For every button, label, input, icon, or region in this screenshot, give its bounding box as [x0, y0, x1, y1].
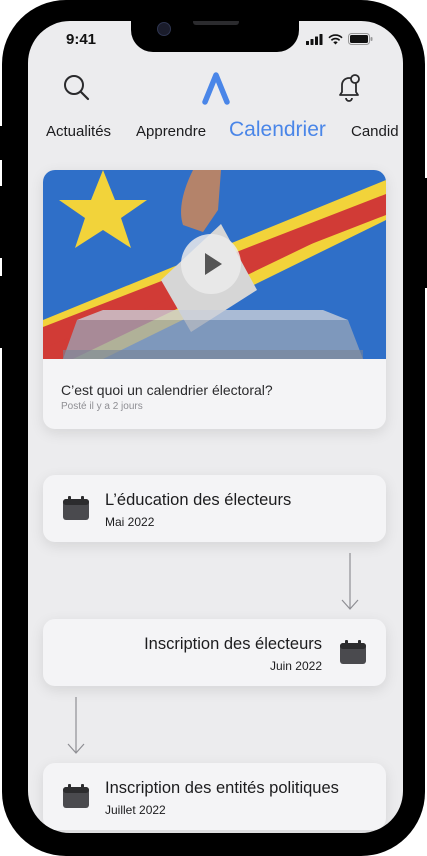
search-icon[interactable] [62, 73, 92, 103]
calendar-icon [340, 640, 366, 664]
arrow-down-icon [341, 553, 359, 610]
calendar-icon [63, 496, 89, 520]
wifi-icon [328, 33, 343, 44]
notch [131, 21, 299, 52]
event-title: Inscription des électeurs [144, 635, 322, 653]
arrow-down-icon [67, 697, 85, 754]
event-date: Juillet 2022 [105, 803, 166, 817]
signal-icon [306, 33, 323, 45]
calendar-icon [63, 784, 89, 808]
event-card[interactable]: L’éducation des électeurs Mai 2022 [43, 475, 386, 542]
phone-volume-up [0, 186, 4, 258]
video-card[interactable]: C’est quoi un calendrier électoral? Post… [43, 170, 386, 429]
event-date: Mai 2022 [105, 515, 155, 529]
logo-icon[interactable] [201, 71, 231, 105]
tab-apprendre[interactable]: Apprendre [136, 123, 206, 140]
phone-frame: 9:41 Actualités Apprendre Calendrier Can… [0, 0, 427, 856]
battery-icon [348, 33, 373, 45]
app-screen: 9:41 Actualités Apprendre Calendrier Can… [28, 21, 403, 833]
event-title: L’éducation des électeurs [105, 491, 292, 509]
phone-volume-down [0, 276, 4, 348]
status-time: 9:41 [66, 31, 97, 48]
play-icon[interactable] [181, 234, 241, 294]
status-icons [306, 33, 373, 45]
tab-candidats[interactable]: Candid [351, 123, 399, 140]
camera [157, 22, 171, 36]
tab-actualites[interactable]: Actualités [46, 123, 111, 140]
tab-bar: Actualités Apprendre Calendrier Candid [28, 117, 403, 147]
event-card[interactable]: Inscription des électeurs Juin 2022 [43, 619, 386, 686]
speaker [193, 21, 239, 25]
event-card[interactable]: Inscription des entités politiques Juill… [43, 763, 386, 830]
event-title: Inscription des entités politiques [105, 779, 339, 797]
bell-icon[interactable] [334, 71, 364, 103]
event-date: Juin 2022 [269, 659, 322, 673]
tab-calendrier[interactable]: Calendrier [229, 118, 326, 142]
video-title[interactable]: C’est quoi un calendrier électoral? [61, 382, 273, 398]
video-thumbnail [43, 170, 386, 359]
phone-power-button [423, 178, 427, 288]
video-meta: Posté il y a 2 jours [61, 401, 143, 412]
phone-side-button [0, 126, 4, 160]
